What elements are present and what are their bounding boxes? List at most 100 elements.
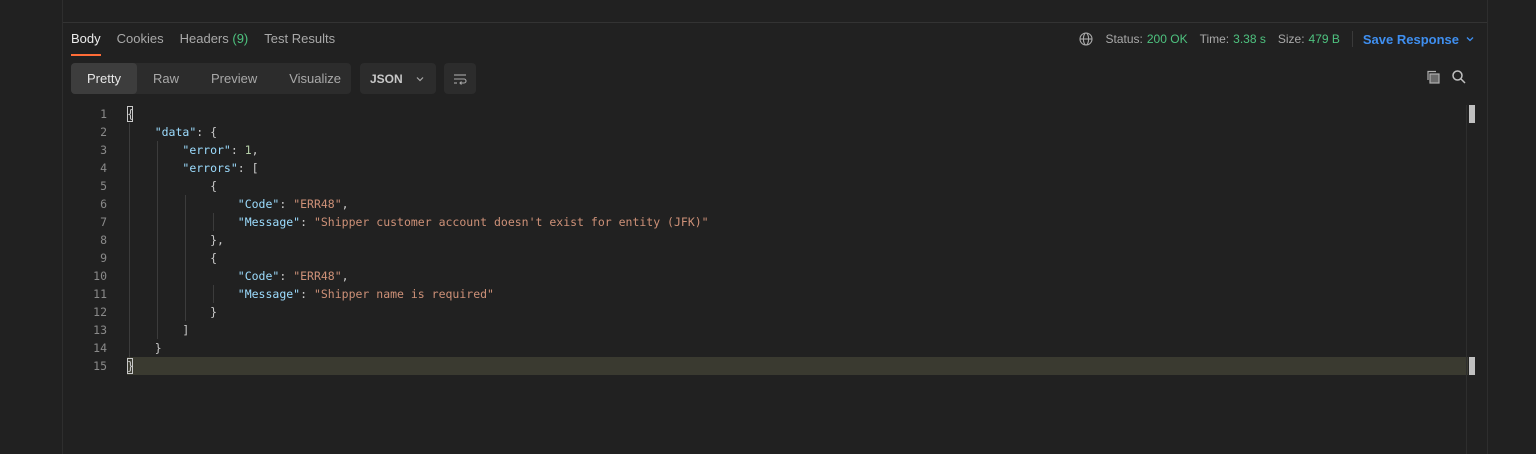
json-key: "Code": [237, 197, 280, 211]
response-actions: [1425, 69, 1467, 85]
code-text: "Message": "Shipper name is required": [127, 285, 494, 303]
chevron-down-icon: [1466, 37, 1474, 42]
save-response-label: Save Response: [1362, 31, 1459, 47]
tab-cookies-label: Cookies: [116, 31, 164, 46]
view-mode-pretty[interactable]: Pretty: [71, 63, 137, 94]
json-key: "Message": [237, 287, 301, 301]
response-panel: Body Cookies Headers (9) Test Results St…: [63, 23, 1487, 454]
view-mode-visualize[interactable]: Visualize: [273, 63, 357, 94]
status-divider: [1351, 31, 1353, 47]
json-string: "Shipper name is required": [313, 287, 494, 301]
line-number: 8: [100, 233, 107, 247]
scrollbar-marker: [1469, 357, 1475, 375]
json-punctuation: [127, 287, 238, 301]
view-mode-preview-label: Preview: [210, 71, 258, 86]
bracket-match-marker: [127, 358, 133, 374]
line-number: 10: [93, 269, 107, 283]
response-body-editor[interactable]: 1{2 "data": {3 "error": 1, 4 "errors": [5…: [63, 105, 1487, 454]
view-mode-preview[interactable]: Preview: [195, 63, 273, 94]
code-line[interactable]: 13 ]: [63, 321, 1468, 339]
view-mode-pretty-label: Pretty: [87, 71, 121, 86]
json-key: "error": [182, 143, 231, 157]
line-number: 2: [100, 125, 107, 139]
code-line[interactable]: 5 {: [63, 177, 1468, 195]
copy-icon[interactable]: [1425, 69, 1441, 85]
code-line[interactable]: 14 }: [63, 339, 1468, 357]
json-key: "data": [154, 125, 197, 139]
view-mode-segmented-control: Pretty Raw Preview Visualize: [71, 63, 351, 94]
json-key: "errors": [182, 161, 238, 175]
line-number: 3: [100, 143, 107, 157]
json-string: "Shipper customer account doesn't exist …: [313, 215, 709, 229]
json-punctuation: :: [230, 143, 245, 157]
wrap-lines-button[interactable]: [444, 63, 476, 94]
left-sidebar: [0, 0, 63, 454]
code-text: "Code": "ERR48",: [127, 195, 349, 213]
json-punctuation: {: [127, 251, 218, 265]
line-number: 7: [100, 215, 107, 229]
line-number: 15: [93, 359, 107, 373]
code-line[interactable]: 8 },: [63, 231, 1468, 249]
tab-headers-label: Headers: [179, 31, 229, 46]
status-value[interactable]: 200 OK: [1147, 32, 1188, 46]
json-punctuation: [127, 161, 182, 175]
code-text: {: [127, 249, 217, 267]
tab-test-results[interactable]: Test Results: [264, 23, 335, 55]
code-line[interactable]: 2 "data": {: [63, 123, 1468, 141]
time-value[interactable]: 3.38 s: [1233, 32, 1266, 46]
response-tabs: Body Cookies Headers (9) Test Results: [71, 23, 351, 56]
code-line[interactable]: 11 "Message": "Shipper name is required": [63, 285, 1468, 303]
code-text: }: [127, 339, 162, 357]
format-dropdown[interactable]: JSON: [360, 63, 436, 94]
line-number: 13: [93, 323, 107, 337]
line-number: 11: [93, 287, 107, 301]
code-line[interactable]: 7 "Message": "Shipper customer account d…: [63, 213, 1468, 231]
code-line[interactable]: 1{: [63, 105, 1468, 123]
response-status-bar: Status: 200 OK Time: 3.38 s Size: 479 B …: [1078, 23, 1475, 55]
json-punctuation: ]: [127, 323, 190, 337]
json-punctuation: [127, 143, 182, 157]
line-number: 4: [100, 161, 107, 175]
json-punctuation: : [: [237, 161, 259, 175]
view-mode-raw-label: Raw: [152, 71, 179, 86]
code-line[interactable]: 15}: [63, 357, 1468, 375]
chevron-down-icon: [416, 76, 424, 81]
json-string: "ERR48": [293, 269, 342, 283]
tab-body-label: Body: [71, 31, 101, 46]
globe-icon[interactable]: [1078, 32, 1093, 46]
line-number: 14: [93, 341, 107, 355]
tab-body[interactable]: Body: [71, 23, 101, 56]
line-number: 5: [100, 179, 107, 193]
code-line[interactable]: 9 {: [63, 249, 1468, 267]
json-punctuation: },: [127, 233, 224, 247]
tab-headers[interactable]: Headers (9): [180, 23, 249, 55]
code-line[interactable]: 12 }: [63, 303, 1468, 321]
code-line[interactable]: 10 "Code": "ERR48",: [63, 267, 1468, 285]
status-label: Status:: [1105, 32, 1143, 46]
json-punctuation: ,: [341, 197, 349, 211]
line-number: 9: [100, 251, 107, 265]
json-punctuation: :: [300, 215, 314, 229]
tab-cookies[interactable]: Cookies: [117, 23, 164, 55]
code-text: "errors": [: [127, 159, 259, 177]
json-punctuation: }: [127, 341, 162, 355]
view-mode-raw[interactable]: Raw: [137, 63, 195, 94]
json-punctuation: [127, 215, 238, 229]
code-line[interactable]: 3 "error": 1,: [63, 141, 1468, 159]
code-line[interactable]: 4 "errors": [: [63, 159, 1468, 177]
code-text: }: [127, 303, 217, 321]
code-line[interactable]: 6 "Code": "ERR48",: [63, 195, 1468, 213]
line-number: 12: [93, 305, 107, 319]
scrollbar-marker: [1469, 105, 1475, 123]
json-punctuation: ,: [341, 269, 349, 283]
json-punctuation: [127, 269, 238, 283]
code-text: "error": 1,: [127, 141, 258, 159]
vertical-scrollbar-track[interactable]: [1466, 105, 1467, 454]
size-value[interactable]: 479 B: [1309, 32, 1340, 46]
json-punctuation: [127, 197, 238, 211]
json-number: 1: [244, 143, 252, 157]
json-string: "ERR48": [293, 197, 342, 211]
search-icon[interactable]: [1451, 69, 1467, 85]
save-response-button[interactable]: Save Response: [1363, 32, 1475, 47]
time-label: Time:: [1199, 32, 1230, 46]
